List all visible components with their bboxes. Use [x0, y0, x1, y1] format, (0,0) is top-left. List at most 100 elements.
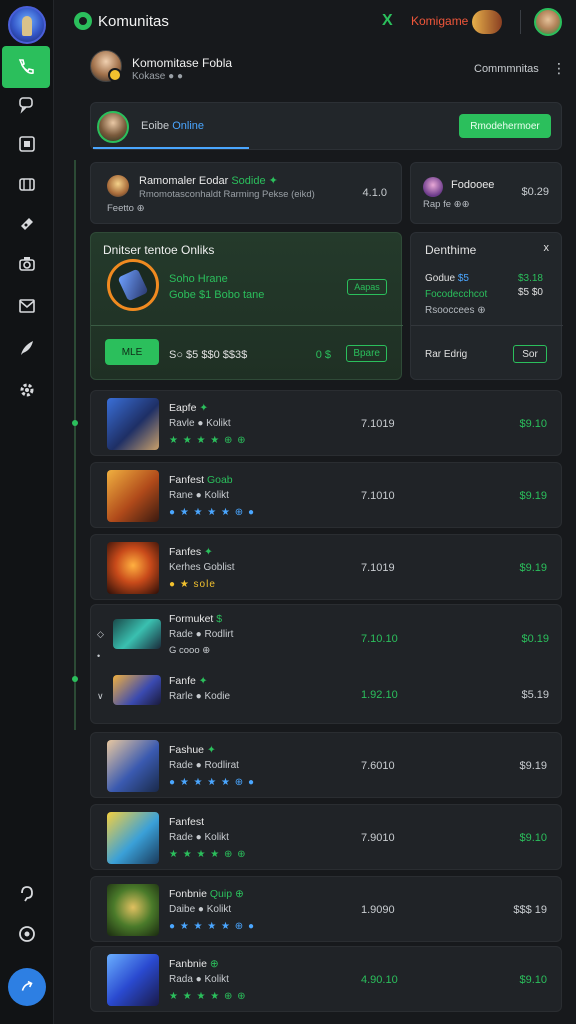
item-subtitle: Kerhes Goblist	[169, 562, 235, 573]
list-item[interactable]: Fonbnie Quip ⊕ Daibe ● Kolikt ● ★ ★ ★ ★ …	[90, 876, 562, 942]
list-item[interactable]: Fanfes ✦ Kerhes Goblist ● ★ sole 7.1019 …	[90, 534, 562, 600]
game-thumbnail	[107, 542, 159, 594]
refresh-icon[interactable]	[0, 914, 54, 954]
promo-panel-title: Dnitser tentoe Onliks	[103, 243, 215, 257]
left-rail	[0, 0, 54, 1024]
item-price: $9.10	[519, 974, 547, 986]
item-price: $$$ 19	[513, 904, 547, 916]
promo-play-button[interactable]: MLE	[105, 339, 159, 365]
item-title-text: Fonbnie	[169, 888, 207, 900]
promo-panel: Dnitser tentoe Onliks Soho Hrane Gobe $1…	[90, 232, 403, 380]
featured-meta: Feetto ⊕	[107, 203, 145, 214]
promo-separator	[91, 325, 403, 326]
promo-game-avatar[interactable]	[107, 259, 159, 311]
item-title: Fanfest Goab	[169, 474, 233, 486]
mail-icon[interactable]	[0, 286, 54, 326]
library-icon[interactable]	[0, 124, 54, 164]
item-count: 4.90.10	[361, 974, 398, 986]
item-price: $9.19	[519, 760, 547, 772]
detail-button[interactable]: Sor	[513, 345, 547, 363]
item-price: $0.19	[521, 633, 549, 645]
promo-right-link[interactable]: Bpare	[346, 345, 387, 362]
item-count: 1.92.10	[361, 689, 398, 701]
ticket-icon[interactable]	[0, 204, 54, 244]
promo-tag-button[interactable]: Aapas	[347, 279, 387, 295]
list-item[interactable]: Formuket $ Rade ● Rodlirt G cooo ⊕ 7.10.…	[91, 605, 563, 663]
item-title: Fonbnie Quip ⊕	[169, 888, 244, 900]
header-divider	[520, 10, 521, 34]
side-card-avatar	[423, 177, 443, 197]
phone-icon[interactable]	[2, 46, 50, 88]
brand-title: Komunitas	[98, 13, 169, 30]
game-thumbnail	[107, 470, 159, 522]
game-thumbnail	[113, 675, 161, 705]
close-x-icon[interactable]: X	[382, 12, 393, 30]
list-item[interactable]: Fanfest Goab Rane ● Kolikt ● ★ ★ ★ ★ ⊕ ●…	[90, 462, 562, 528]
item-title: Eapfe ✦	[169, 402, 208, 414]
list-item[interactable]: Fanbnie ⊕ Rada ● Kolikt ★ ★ ★ ★ ⊕ ⊕ 4.90…	[90, 946, 562, 1012]
game-avatar[interactable]	[472, 10, 502, 34]
game-thumbnail	[113, 619, 161, 649]
online-label-prefix: Eoibe	[141, 120, 170, 132]
item-subtitle: Rade ● Rodlirt	[169, 629, 234, 640]
game-thumbnail	[107, 398, 159, 450]
item-count: 7.6010	[361, 760, 395, 772]
online-avatar[interactable]	[97, 111, 129, 143]
chat-icon[interactable]	[0, 84, 54, 124]
detail-title: Denthime	[425, 243, 477, 257]
item-rating: ★ ★ ★ ★ ⊕ ⊕	[169, 991, 247, 1002]
item-subtitle: Ravle ● Kolikt	[169, 418, 231, 429]
profile-row: Komomitase Fobla Kokase ● ● Commmnitas ⋮	[90, 50, 570, 90]
camera-icon[interactable]	[0, 244, 54, 284]
item-price: $5.19	[521, 689, 549, 701]
store-icon[interactable]	[0, 164, 54, 204]
online-status-card: Eoibe Online Rmodehermoer	[90, 102, 562, 150]
list-item[interactable]: Fashue ✦ Rade ● Rodlirat ● ★ ★ ★ ★ ⊕ ● 7…	[90, 732, 562, 798]
logo-icon	[74, 12, 92, 30]
game-thumbnail	[107, 884, 159, 936]
item-title-badge: Quip ⊕	[209, 888, 244, 900]
item-subtitle: Daibe ● Kolikt	[169, 904, 232, 915]
gear-icon[interactable]	[0, 370, 54, 410]
online-underline	[93, 147, 249, 149]
promo-line-2: Gobe $1 Bobo tane	[169, 289, 265, 301]
more-menu-icon[interactable]: ⋮	[552, 60, 566, 77]
detail-separator	[411, 325, 563, 326]
profile-name: Komomitase Fobla	[132, 56, 233, 70]
item-title-text: Fanbnie	[169, 958, 207, 970]
item-title-badge: ✦	[198, 675, 208, 687]
timeline-dot	[72, 676, 78, 682]
app-avatar[interactable]	[8, 6, 46, 44]
item-subtitle: Rade ● Kolikt	[169, 832, 229, 843]
grouped-items: ◇ • ∨ Formuket $ Rade ● Rodlirt G cooo ⊕…	[90, 604, 562, 724]
item-title-text: Fanfest	[169, 474, 205, 486]
item-subtitle: Rane ● Kolikt	[169, 490, 229, 501]
compose-icon[interactable]	[8, 968, 46, 1006]
side-card[interactable]: Fodooee $0.29 Rap fe ⊕⊕	[410, 162, 562, 224]
profile-avatar[interactable]	[90, 50, 122, 82]
item-price: $9.19	[519, 490, 547, 502]
item-title: Fanfest	[169, 816, 204, 828]
game-thumbnail	[107, 812, 159, 864]
game-thumbnail	[107, 954, 159, 1006]
promo-link[interactable]: Komigame	[411, 14, 468, 28]
featured-card[interactable]: Ramomaler Eodar Sodide ✦ Rmomotasconhald…	[90, 162, 402, 224]
item-count: 7.10.10	[361, 633, 398, 645]
detail-line-1: Godue $5	[425, 273, 469, 284]
user-avatar[interactable]	[534, 8, 562, 36]
feather-icon[interactable]	[0, 328, 54, 368]
online-action-button[interactable]: Rmodehermoer	[459, 114, 551, 138]
detail-close-icon[interactable]: x	[544, 242, 550, 254]
featured-avatar	[107, 175, 129, 197]
item-title-badge: ⊕	[209, 958, 219, 970]
online-status-text: Online	[172, 120, 204, 132]
item-rating: ★ ★ ★ ★ ⊕ ⊕	[169, 849, 247, 860]
item-rating: ★ ★ ★ ★ ⊕ ⊕	[169, 435, 247, 446]
detail-line-1-prefix: Godue	[425, 273, 456, 284]
promo-line-1: Soho Hrane	[169, 273, 228, 285]
help-icon[interactable]	[0, 874, 54, 914]
list-item[interactable]: Fanfe ✦ Rarle ● Kodie 1.92.10 $5.19	[91, 663, 563, 721]
list-item[interactable]: Fanfest Rade ● Kolikt ★ ★ ★ ★ ⊕ ⊕ 7.9010…	[90, 804, 562, 870]
list-item[interactable]: Eapfe ✦ Ravle ● Kolikt ★ ★ ★ ★ ⊕ ⊕ 7.101…	[90, 390, 562, 456]
community-link[interactable]: Commmnitas	[474, 63, 539, 75]
